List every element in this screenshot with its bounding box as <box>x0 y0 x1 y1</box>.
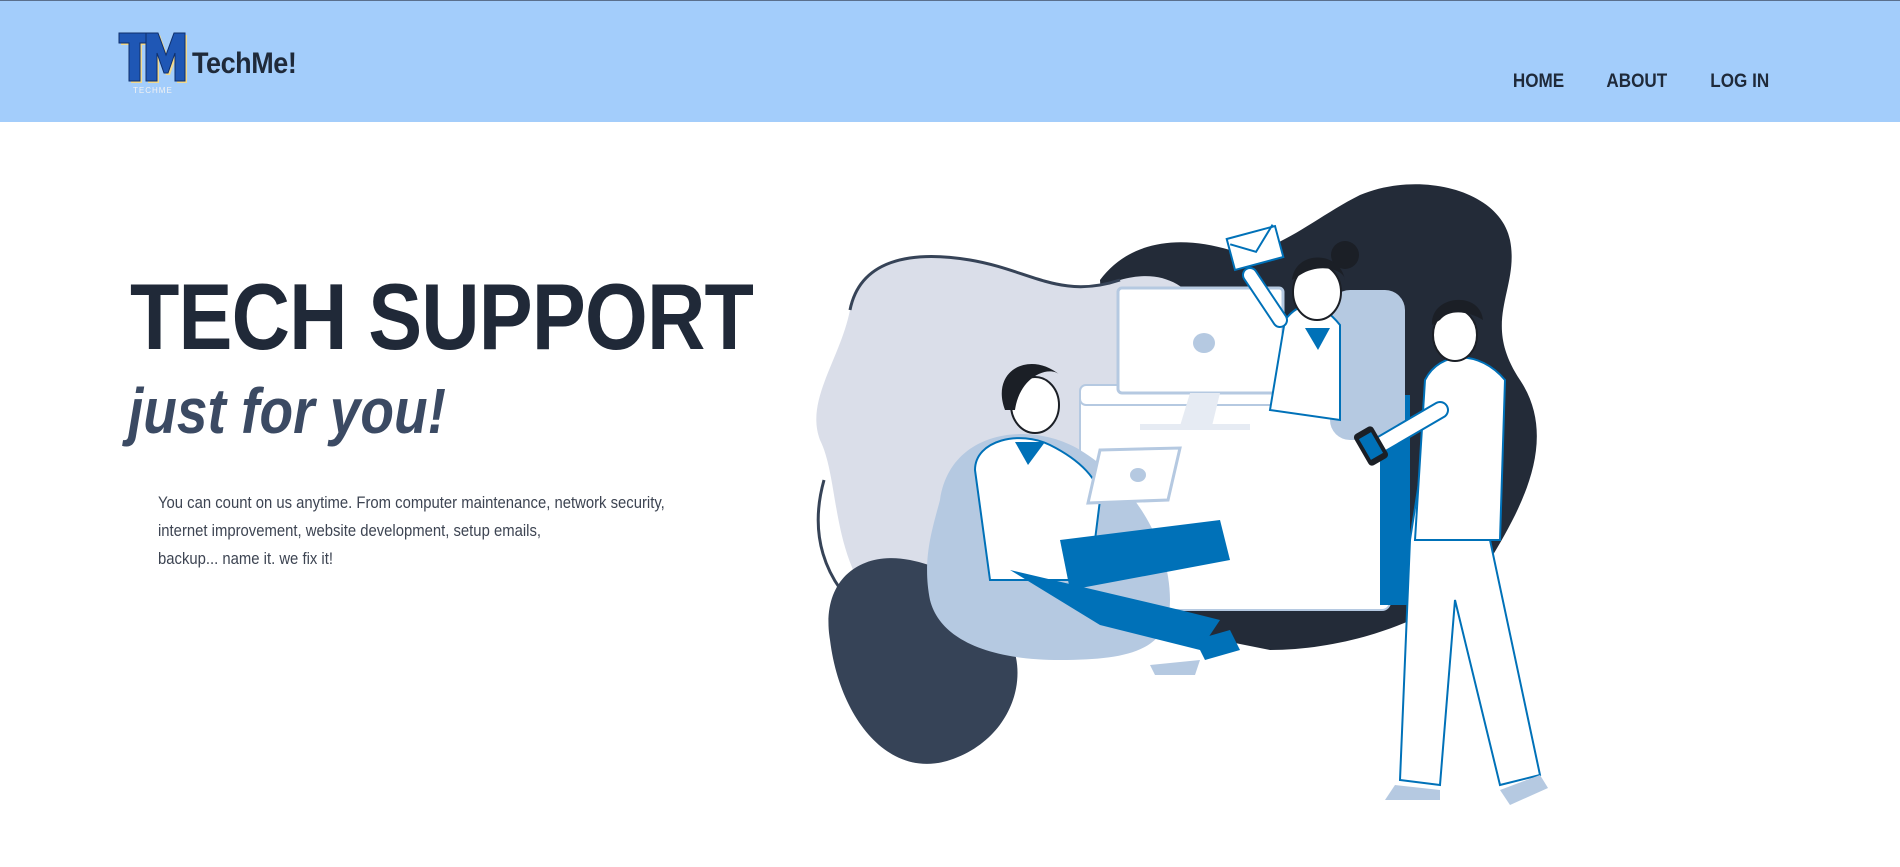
laptop-icon <box>1086 446 1182 505</box>
nav-about[interactable]: ABOUT <box>1606 71 1667 93</box>
hero-subtitle: just for you! <box>128 375 446 447</box>
techme-logo-icon: TECHME <box>118 32 187 95</box>
nav-home[interactable]: HOME <box>1513 71 1564 93</box>
logo-small-text: TECHME <box>133 86 173 95</box>
hero-description-line: You can count on us anytime. From comput… <box>158 493 665 512</box>
site-header: TECHME TechMe! HOME ABOUT LOG IN <box>0 0 1900 122</box>
hero-description: You can count on us anytime. From comput… <box>158 489 716 573</box>
nav-login[interactable]: LOG IN <box>1710 71 1769 93</box>
tech-support-illustration <box>816 184 1548 805</box>
main-nav: HOME ABOUT LOG IN <box>1474 71 1772 93</box>
logo-link[interactable]: TECHME TechMe! <box>118 31 308 97</box>
hero-title: TECH SUPPORT <box>130 264 754 369</box>
hero-description-line: backup... name it. we fix it! <box>158 549 333 568</box>
hero-description-line: internet improvement, website developmen… <box>158 521 541 540</box>
logo-text: TechMe! <box>192 47 297 80</box>
